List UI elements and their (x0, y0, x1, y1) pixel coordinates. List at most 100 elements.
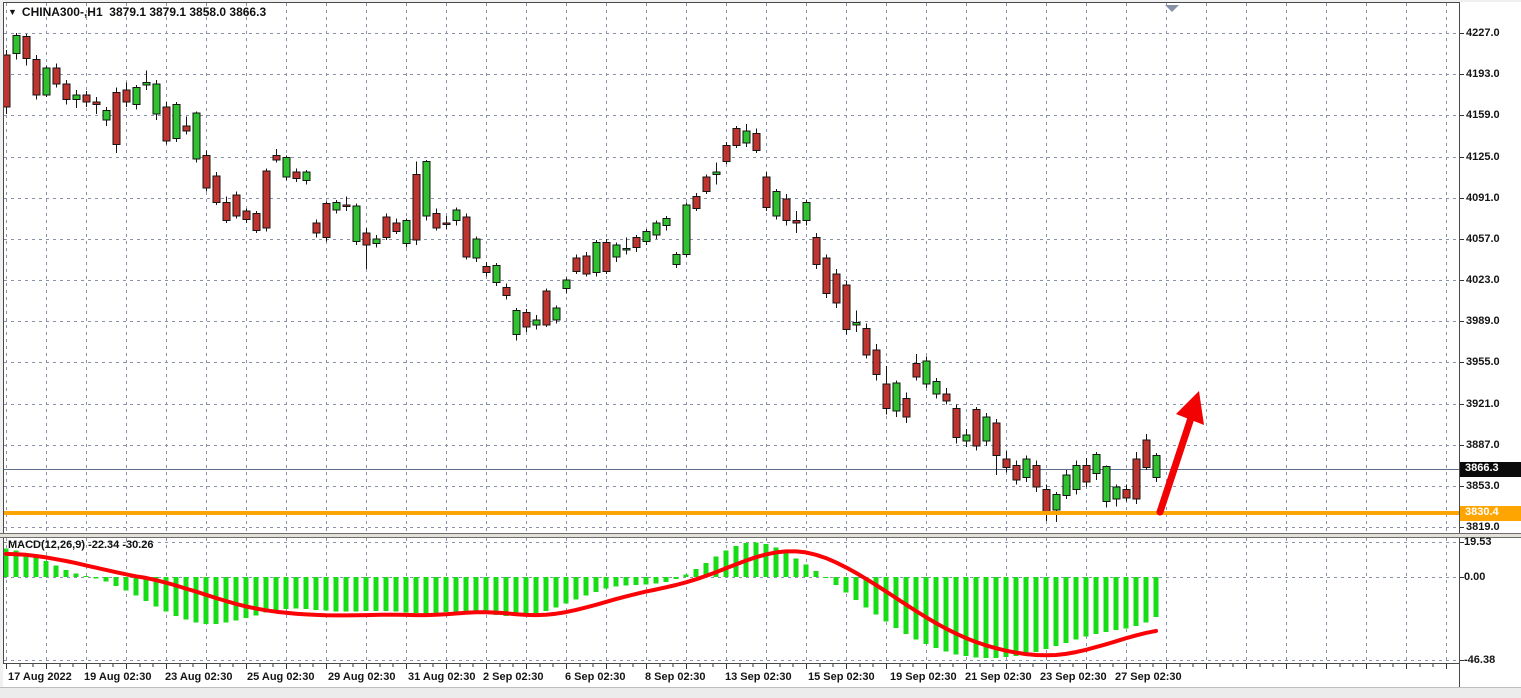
time-axis[interactable]: 17 Aug 202219 Aug 02:3023 Aug 02:3025 Au… (0, 664, 1521, 687)
price-axis-label: 3955.0 (1466, 356, 1500, 368)
candlestick (1033, 465, 1040, 487)
candlestick (563, 280, 570, 288)
candlestick (113, 92, 120, 144)
candlestick (83, 95, 90, 102)
candlestick (183, 126, 190, 131)
candlestick (663, 218, 670, 225)
candlestick (653, 223, 660, 235)
candlestick (1023, 459, 1030, 477)
chart-frame-left (3, 2, 4, 663)
time-axis-label: 17 Aug 2022 (8, 671, 72, 683)
candlestick (763, 177, 770, 207)
candlestick (123, 90, 130, 102)
grid-lines (4, 3, 1459, 662)
candlestick (833, 274, 840, 303)
time-axis-label: 27 Sep 02:30 (1115, 671, 1182, 683)
candlestick (1063, 475, 1070, 496)
candlestick (713, 172, 720, 174)
candlestick (513, 310, 520, 334)
candlestick (1053, 494, 1060, 510)
candlestick (103, 110, 110, 120)
price-axis-label: 3853.0 (1466, 480, 1500, 492)
candlestick (1043, 489, 1050, 513)
candlestick (133, 87, 140, 104)
price-axis[interactable]: 4227.04193.04159.04125.04091.04057.04023… (1459, 2, 1521, 663)
ohlc-values: 3879.1 3879.1 3858.0 3866.3 (109, 5, 266, 19)
candlestick (43, 68, 50, 95)
price-axis-label: 3921.0 (1466, 398, 1500, 410)
candlestick (333, 203, 340, 210)
macd-indicator-label: MACD(12,26,9) -22.34 -30.26 (8, 539, 154, 551)
candlestick (413, 175, 420, 240)
candlestick (993, 423, 1000, 456)
candlestick (393, 223, 400, 231)
candlestick (813, 238, 820, 265)
candlestick (423, 161, 430, 215)
time-axis-label: 8 Sep 02:30 (645, 671, 706, 683)
time-axis-label: 19 Aug 02:30 (84, 671, 151, 683)
macd-values: -22.34 -30.26 (88, 539, 153, 551)
price-axis-label: 4125.0 (1466, 151, 1500, 163)
candlestick (553, 308, 560, 320)
candlestick (773, 192, 780, 216)
candlestick (733, 129, 740, 146)
candlestick (453, 210, 460, 221)
candlestick (903, 399, 910, 417)
candlestick (293, 172, 300, 178)
candlestick (323, 204, 330, 238)
candlestick (73, 95, 80, 100)
chart-window: ▼CHINA300-,H1 3879.1 3879.1 3858.0 3866.… (0, 0, 1521, 698)
candles-layer (3, 33, 1160, 522)
candlestick (963, 435, 970, 441)
candlestick (193, 113, 200, 159)
time-axis-label: 19 Sep 02:30 (890, 671, 957, 683)
candlestick (213, 176, 220, 203)
candlestick (23, 37, 30, 59)
candlestick (153, 84, 160, 114)
candlestick (143, 83, 150, 85)
time-axis-label: 6 Sep 02:30 (565, 671, 626, 683)
chart-canvas[interactable] (0, 0, 1521, 698)
candlestick (923, 361, 930, 384)
candlestick (623, 249, 630, 251)
candlestick (353, 206, 360, 241)
candlestick (783, 199, 790, 221)
candlestick (343, 205, 350, 207)
current-price-tag: 3866.3 (1460, 462, 1521, 477)
candlestick (1113, 487, 1120, 499)
candlestick (473, 239, 480, 258)
candlestick (493, 265, 500, 282)
symbol-dropdown-icon[interactable]: ▼ (8, 7, 17, 17)
price-axis-label: 3887.0 (1466, 439, 1500, 451)
candlestick (683, 205, 690, 255)
candlestick (53, 68, 60, 84)
candlestick (613, 245, 620, 257)
candlestick (383, 217, 390, 238)
candlestick (1083, 465, 1090, 482)
candlestick (583, 256, 590, 274)
candlestick (1103, 466, 1110, 501)
scroll-to-end-marker[interactable] (1165, 5, 1179, 12)
candlestick (463, 217, 470, 257)
candlestick (573, 258, 580, 271)
time-axis-label: 21 Sep 02:30 (965, 671, 1032, 683)
candlestick (373, 239, 380, 244)
candlestick (673, 255, 680, 265)
macd-name: MACD(12,26,9) (8, 539, 85, 551)
candlestick (863, 328, 870, 355)
candlestick (983, 417, 990, 441)
candlestick (973, 410, 980, 446)
time-axis-label: 31 Aug 02:30 (408, 671, 475, 683)
window-edge-bottom (0, 687, 1521, 698)
time-axis-label: 25 Aug 02:30 (247, 671, 314, 683)
price-axis-label: 4057.0 (1466, 233, 1500, 245)
candlestick (743, 131, 750, 143)
panel-splitter[interactable] (0, 533, 1521, 538)
price-axis-label: 3819.0 (1466, 521, 1500, 533)
candlestick (93, 102, 100, 104)
candlestick (173, 104, 180, 138)
candlestick (363, 233, 370, 245)
candlestick (753, 133, 760, 150)
candlestick (13, 35, 20, 53)
candlestick (1093, 454, 1100, 473)
